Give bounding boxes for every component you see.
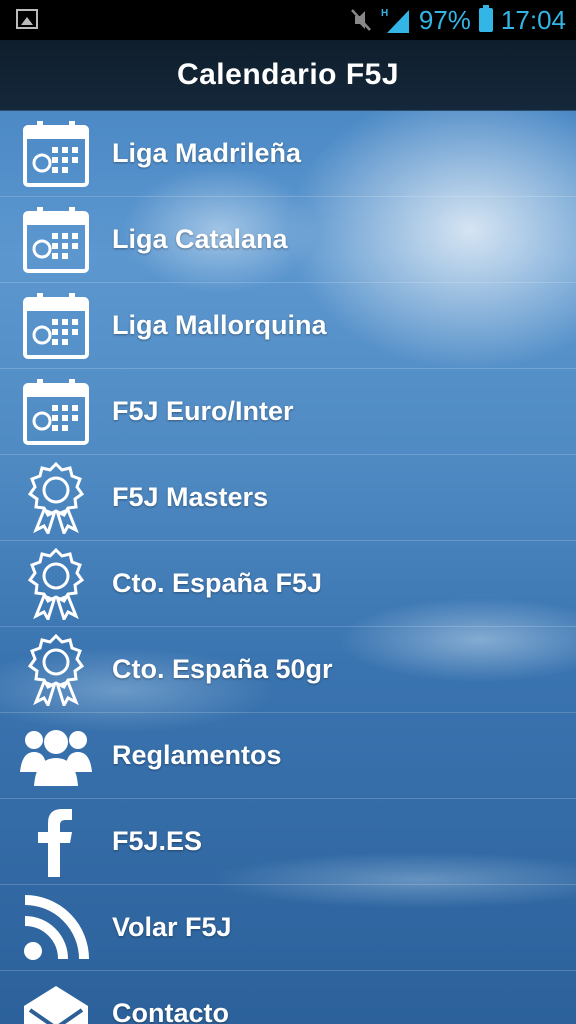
clock: 17:04 <box>500 4 566 35</box>
menu-item-label: Reglamentos <box>112 740 282 770</box>
calendar-icon <box>20 290 92 362</box>
group-icon <box>20 720 92 792</box>
menu-item-f5j-euro-inter[interactable]: F5J Euro/Inter <box>0 369 576 455</box>
award-icon <box>20 461 92 534</box>
title-bar: Calendario F5J <box>0 40 576 111</box>
menu-item-contacto[interactable]: Contacto <box>0 971 576 1024</box>
mute-icon <box>350 9 371 31</box>
menu-item-label: F5J Euro/Inter <box>112 396 294 426</box>
menu-item-label: Liga Mallorquina <box>112 310 327 340</box>
image-icon <box>16 9 38 29</box>
status-bar: H 97% 17:04 <box>0 0 576 40</box>
rss-icon <box>20 892 92 964</box>
menu-item-f5j-masters[interactable]: F5J Masters <box>0 455 576 541</box>
menu-item-label: Contacto <box>112 998 229 1024</box>
menu-item-cto-espana-50gr[interactable]: Cto. España 50gr <box>0 627 576 713</box>
menu-item-label: Liga Catalana <box>112 224 288 254</box>
mail-icon <box>20 978 92 1024</box>
facebook-icon <box>20 806 92 878</box>
menu-item-volar-f5j[interactable]: Volar F5J <box>0 885 576 971</box>
network-type-label: H <box>381 8 388 19</box>
calendar-icon <box>20 204 92 276</box>
menu-item-f5j-es[interactable]: F5J.ES <box>0 799 576 885</box>
menu-item-cto-espana-f5j[interactable]: Cto. España F5J <box>0 541 576 627</box>
award-icon <box>20 633 92 706</box>
menu-item-liga-mallorquina[interactable]: Liga Mallorquina <box>0 283 576 369</box>
menu-item-label: Liga Madrileña <box>112 138 302 168</box>
battery-icon <box>478 5 493 32</box>
page-title: Calendario F5J <box>176 58 400 91</box>
calendar-icon <box>20 376 92 448</box>
menu-item-liga-madrilena[interactable]: Liga Madrileña <box>0 111 576 197</box>
status-right-group: H 97% 17:04 <box>349 4 566 36</box>
award-icon <box>20 547 92 620</box>
battery-percent: 97% <box>418 4 471 35</box>
menu-item-label: Volar F5J <box>112 912 232 942</box>
menu-item-liga-catalana[interactable]: Liga Catalana <box>0 197 576 283</box>
menu-item-label: Cto. España F5J <box>112 568 323 598</box>
menu-item-reglamentos[interactable]: Reglamentos <box>0 713 576 799</box>
menu-item-label: Cto. España 50gr <box>112 654 333 684</box>
calendar-icon <box>20 118 92 190</box>
main-menu: Liga Madrileña Liga Catalana Liga Mallor… <box>0 111 576 1024</box>
signal-icon: H <box>381 8 409 33</box>
menu-item-label: F5J.ES <box>112 826 203 856</box>
menu-item-label: F5J Masters <box>112 482 269 512</box>
